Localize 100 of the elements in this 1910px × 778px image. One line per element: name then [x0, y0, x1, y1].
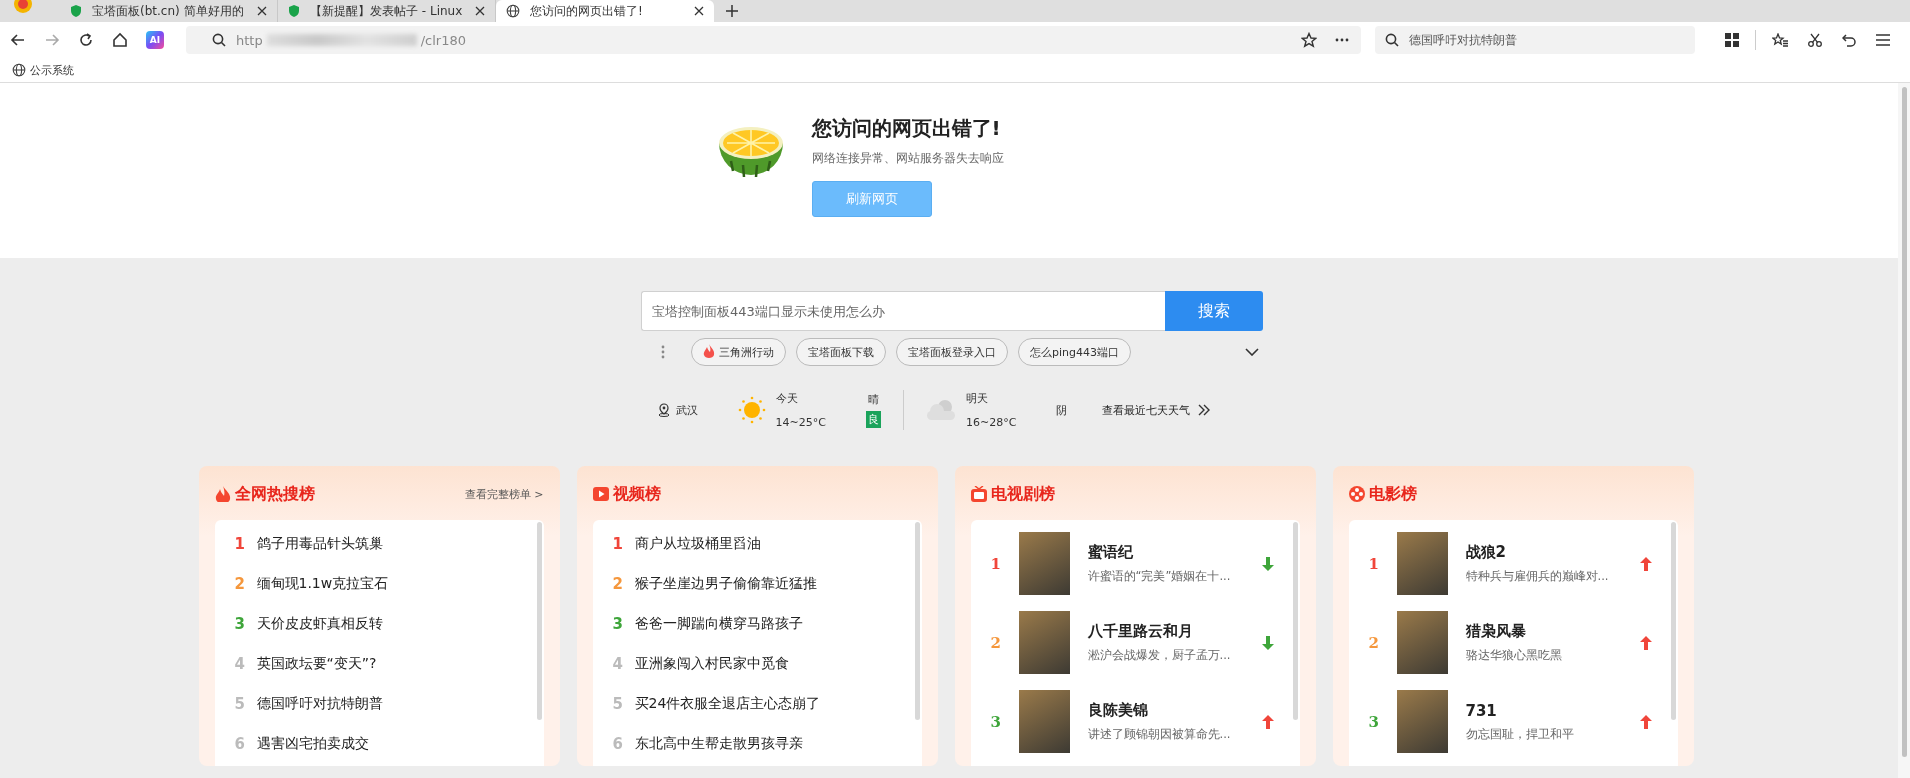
error-title: 您访问的网页出错了!	[811, 115, 1001, 142]
globe-icon	[12, 63, 26, 77]
rank-number: 2	[234, 575, 245, 593]
ranking-item[interactable]: 3 爸爸一脚踹向横穿马路孩子	[592, 604, 922, 644]
favorites-list-icon[interactable]	[1772, 33, 1788, 47]
poster-placeholder	[1396, 611, 1448, 674]
ranking-item[interactable]: 3 731 勿忘国耻，捍卫和平	[1348, 682, 1678, 761]
bookmark[interactable]: 公示系统	[12, 62, 74, 78]
reload-icon[interactable]	[78, 32, 94, 48]
home-icon[interactable]	[112, 32, 128, 48]
ranking-item[interactable]: 2 猴子坐崖边男子偷偷靠近猛推	[592, 564, 922, 604]
cloud-icon	[926, 399, 956, 421]
close-icon[interactable]	[475, 6, 485, 16]
rank-number: 3	[234, 615, 245, 633]
browser-tab[interactable]: 您访问的网页出错了!	[496, 0, 714, 22]
rank-number: 6	[234, 735, 245, 753]
close-icon[interactable]	[257, 6, 267, 16]
item-title: 商户从垃圾桶里舀油	[634, 535, 761, 553]
globe-icon	[506, 4, 520, 18]
ranking-item[interactable]: 5 买24件衣服全退店主心态崩了	[592, 684, 922, 724]
item-description: 淞沪会战爆发，厨子孟万...	[1087, 648, 1232, 663]
rank-number: 5	[234, 695, 245, 713]
weather-condition: 晴	[868, 392, 879, 407]
item-title: 遇害凶宅拍卖成交	[256, 735, 369, 753]
poster-placeholder	[1396, 532, 1448, 595]
rank-number: 4	[234, 655, 245, 673]
rank-number: 2	[1368, 633, 1379, 652]
ranking-item[interactable]: 5 德国呼吁对抗特朗普	[214, 684, 544, 724]
item-title: 鸽子用毒品针头筑巢	[256, 535, 383, 553]
close-icon[interactable]	[694, 6, 704, 16]
item-title: 亚洲象闯入村民家中觅食	[634, 655, 789, 673]
card-title: 视频榜	[612, 483, 661, 505]
full-list-link[interactable]: 查看完整榜单 >	[464, 486, 544, 502]
rank-number: 1	[1368, 554, 1379, 573]
day-label: 明天	[966, 391, 989, 406]
ai-button[interactable]: AI	[146, 31, 164, 49]
list-scrollbar[interactable]	[536, 522, 542, 720]
card-title: 电视剧榜	[990, 483, 1055, 505]
ranking-item[interactable]: 1 战狼2 特种兵与雇佣兵的巅峰对...	[1348, 524, 1678, 603]
rank-number: 2	[612, 575, 623, 593]
scrollbar[interactable]	[1898, 83, 1910, 778]
suggestion-chip[interactable]: 怎么ping443端口	[1018, 338, 1131, 366]
ranking-item[interactable]: 6 东北高中生帮走散男孩寻亲	[592, 724, 922, 764]
poster-placeholder	[1018, 611, 1070, 674]
back-icon[interactable]	[10, 32, 26, 48]
item-description: 特种兵与雇佣兵的巅峰对...	[1465, 569, 1610, 584]
star-icon[interactable]	[1301, 32, 1317, 48]
chevron-down-icon[interactable]	[1245, 348, 1259, 356]
rank-number: 4	[612, 655, 623, 673]
rank-number: 3	[1368, 712, 1379, 731]
search-box[interactable]: 德国呼吁对抗特朗普	[1375, 26, 1695, 54]
ranking-item[interactable]: 4 亚洲象闯入村民家中觅食	[592, 644, 922, 684]
ranking-item[interactable]: 2 猎枭风暴 骆达华狼心黑吃黑	[1348, 603, 1678, 682]
ranking-item[interactable]: 4 英国政坛要“变天”?	[214, 644, 544, 684]
item-title: 猎枭风暴	[1465, 622, 1527, 641]
card-title: 电影榜	[1368, 483, 1417, 505]
suggestion-chip[interactable]: 三角洲行动	[691, 338, 786, 366]
more-vertical-icon[interactable]	[661, 345, 665, 359]
undo-icon[interactable]	[1842, 33, 1856, 47]
plus-icon[interactable]	[726, 5, 738, 17]
poster-placeholder	[1396, 690, 1448, 753]
item-title: 爸爸一脚踹向横穿马路孩子	[634, 615, 803, 633]
ranking-item[interactable]: 3 天价皮皮虾真相反转	[214, 604, 544, 644]
search-icon	[212, 33, 226, 47]
weather-link[interactable]: 查看最近七天天气	[1102, 402, 1191, 418]
more-icon[interactable]	[1335, 38, 1349, 42]
search-field[interactable]: 宝塔控制面板443端口显示未使用怎么办	[641, 291, 1165, 331]
location-pin-icon	[657, 403, 670, 417]
scissors-icon[interactable]	[1808, 33, 1822, 47]
suggestion-chip[interactable]: 宝塔面板登录入口	[896, 338, 1008, 366]
ranking-item[interactable]: 6 遇害凶宅拍卖成交	[214, 724, 544, 764]
grid-icon[interactable]	[1725, 33, 1739, 47]
list-scrollbar[interactable]	[1292, 522, 1298, 720]
ranking-item[interactable]: 3 良陈美锦 讲述了顾锦朝因被算命先...	[970, 682, 1300, 761]
rank-number: 1	[612, 535, 623, 553]
city-name: 武汉	[675, 402, 698, 418]
item-title: 英国政坛要“变天”?	[256, 655, 377, 673]
suggestion-chip[interactable]: 宝塔面板下载	[796, 338, 886, 366]
ranking-item[interactable]: 2 八千里路云和月 淞沪会战爆发，厨子孟万...	[970, 603, 1300, 682]
double-chevron-icon[interactable]	[1198, 404, 1211, 416]
ranking-item[interactable]: 2 缅甸现1.1w克拉宝石	[214, 564, 544, 604]
ranking-item[interactable]: 1 蜜语纪 许蜜语的“完美”婚姻在十...	[970, 524, 1300, 603]
ranking-item[interactable]: 1 商户从垃圾桶里舀油	[592, 524, 922, 564]
ranking-item[interactable]: 1 鸽子用毒品针头筑巢	[214, 524, 544, 564]
item-title: 八千里路云和月	[1087, 622, 1194, 641]
url-text: http	[236, 32, 263, 48]
rank-number: 1	[234, 535, 245, 553]
tab-title: 宝塔面板(bt.cn) 简单好用的	[92, 2, 245, 20]
air-quality-badge: 良	[866, 411, 881, 428]
flame-icon	[214, 486, 231, 502]
list-scrollbar[interactable]	[914, 522, 920, 720]
tab-title: 【新提醒】发表帖子 - Linux	[310, 2, 464, 20]
item-title: 良陈美锦	[1087, 701, 1149, 720]
search-icon	[1385, 33, 1399, 47]
menu-icon[interactable]	[1876, 34, 1890, 46]
item-title: 猴子坐崖边男子偷偷靠近猛推	[634, 575, 817, 593]
film-reel-icon	[1348, 486, 1365, 502]
item-description: 许蜜语的“完美”婚姻在十...	[1087, 569, 1232, 584]
list-scrollbar[interactable]	[1670, 522, 1676, 720]
poster-placeholder	[1018, 690, 1070, 753]
